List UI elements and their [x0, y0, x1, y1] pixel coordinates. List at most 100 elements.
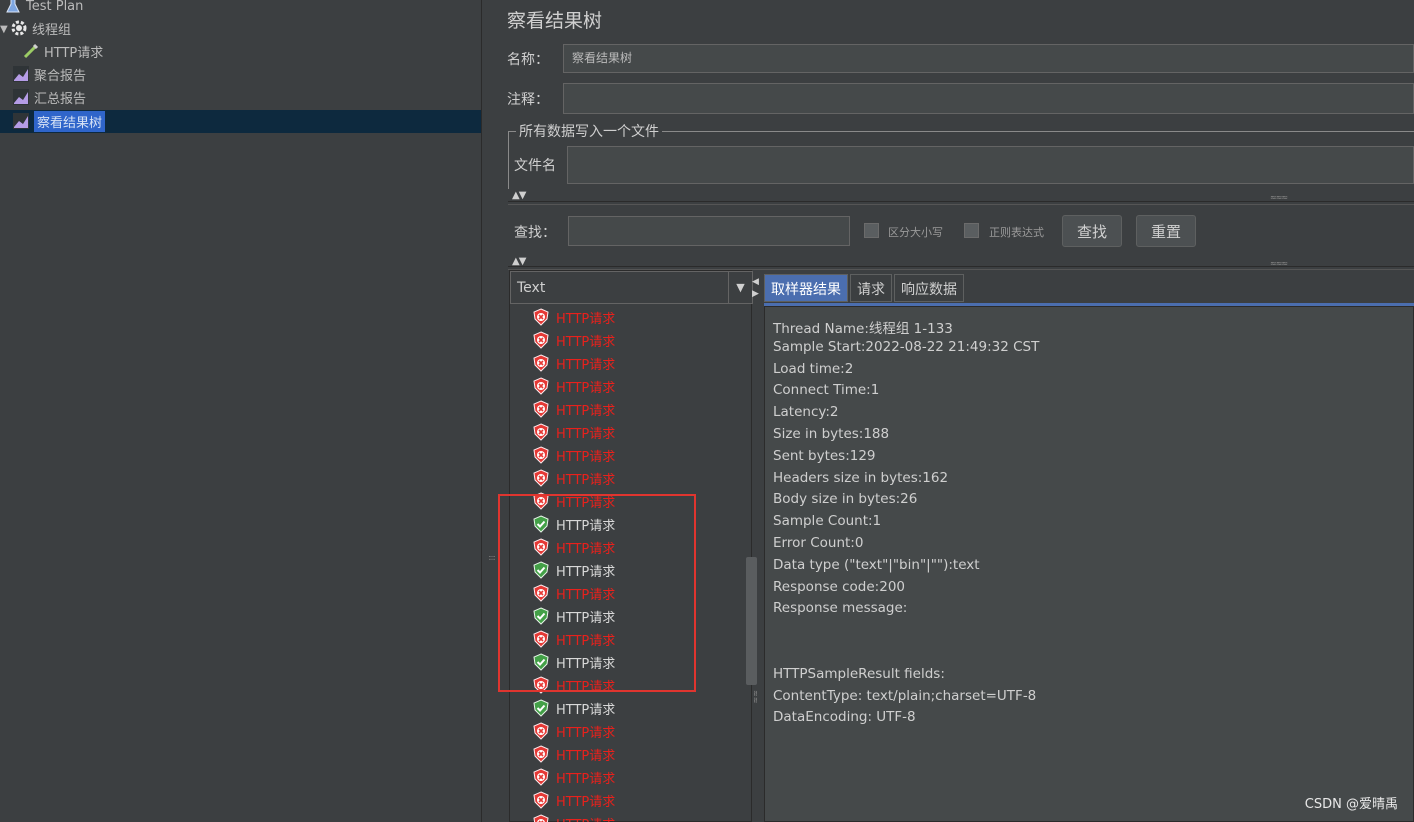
list-item[interactable]: HTTP请求: [532, 605, 615, 627]
list-item[interactable]: HTTP请求: [532, 352, 615, 374]
find-button[interactable]: 查找: [1062, 215, 1122, 247]
error-shield-icon: [532, 331, 550, 349]
list-item[interactable]: HTTP请求: [532, 789, 615, 811]
expand-arrow-icon[interactable]: ▼: [0, 24, 8, 35]
error-shield-icon: [532, 538, 550, 556]
list-item-label: HTTP请求: [556, 771, 616, 787]
result-line: Thread Name:线程组 1-133: [773, 321, 953, 337]
list-item[interactable]: HTTP请求: [532, 536, 615, 558]
name-label: 名称：: [507, 52, 549, 68]
list-item[interactable]: HTTP请求: [532, 398, 615, 420]
results-list[interactable]: HTTP请求 HTTP请求 HTTP请求 HTTP请求 HTTP请求 HTTP请求 HTTP…: [510, 305, 742, 822]
list-item-label: HTTP请求: [556, 380, 616, 396]
scrollbar-thumb[interactable]: [746, 557, 757, 685]
list-item-label: HTTP请求: [556, 702, 616, 718]
tree-item-aggregate-report[interactable]: 聚合报告: [12, 63, 86, 85]
list-item[interactable]: HTTP请求: [532, 559, 615, 581]
tree-item-label: 察看结果树: [34, 110, 106, 132]
splitter-grip-icon[interactable]: ≈≈: [751, 690, 760, 703]
sampler-result-text[interactable]: Thread Name:线程组 1-133 Sample Start:2022-0…: [764, 306, 1414, 822]
error-shield-icon: [532, 791, 550, 809]
result-line: Sent bytes:129: [773, 447, 876, 464]
list-item[interactable]: HTTP请求: [532, 467, 615, 489]
list-item[interactable]: HTTP请求: [532, 306, 615, 328]
list-item[interactable]: HTTP请求: [532, 375, 615, 397]
list-item[interactable]: HTTP请求: [532, 513, 615, 535]
list-item[interactable]: HTTP请求: [532, 490, 615, 512]
error-shield-icon: [532, 354, 550, 372]
results-scrollbar[interactable]: [746, 305, 757, 822]
filename-field[interactable]: [567, 146, 1414, 184]
result-line: Response message:: [773, 600, 908, 617]
result-line: ContentType: text/plain;charset=UTF-8: [773, 687, 1037, 704]
list-item-label: HTTP请求: [556, 403, 616, 419]
list-item[interactable]: HTTP请求: [532, 421, 615, 443]
page-title: 察看结果树: [507, 10, 603, 32]
view-results-tree-panel: 察看结果树 名称： 察看结果树 注释： 所有数据写入一个文件 文件名 ▲▼ ≈≈…: [494, 0, 1414, 822]
list-item[interactable]: HTTP请求: [532, 628, 615, 650]
error-shield-icon: [532, 814, 550, 822]
result-line: Response code:200: [773, 578, 906, 595]
list-item[interactable]: HTTP请求: [532, 444, 615, 466]
collapse-arrows-icon[interactable]: ▲▼: [512, 190, 526, 201]
result-line: Sample Start:2022-08-22 21:49:32 CST: [773, 338, 1040, 355]
list-item[interactable]: HTTP请求: [532, 766, 615, 788]
list-item[interactable]: HTTP请求: [532, 743, 615, 765]
regex-label: 正则表达式: [989, 226, 1044, 239]
result-line: Sample Count:1: [773, 513, 882, 530]
reset-button[interactable]: 重置: [1136, 215, 1196, 247]
success-shield-icon: [532, 607, 550, 625]
error-shield-icon: [532, 400, 550, 418]
tree-item-test-plan[interactable]: Test Plan: [4, 0, 83, 17]
comment-field[interactable]: [563, 83, 1414, 114]
result-line: HTTPSampleResult fields:: [773, 665, 945, 682]
list-item-label: HTTP请求: [556, 794, 616, 810]
success-shield-icon: [532, 515, 550, 533]
split-arrows-icon[interactable]: ◀ ▶: [752, 276, 759, 300]
file-group-title: 所有数据写入一个文件: [516, 121, 662, 141]
result-line: DataEncoding: UTF-8: [773, 709, 916, 726]
renderer-select[interactable]: Text ▼: [510, 271, 753, 304]
tree-item-label: 线程组: [32, 22, 72, 38]
list-item-label: HTTP请求: [556, 679, 616, 695]
chart-icon: [12, 112, 30, 130]
renderer-select-value: Text: [517, 279, 546, 296]
tab-request[interactable]: 请求: [850, 274, 892, 302]
error-shield-icon: [532, 308, 550, 326]
case-sensitive-label: 区分大小写: [888, 226, 943, 239]
tab-response-data[interactable]: 响应数据: [894, 274, 964, 302]
list-item[interactable]: HTTP请求: [532, 720, 615, 742]
list-item[interactable]: HTTP请求: [532, 651, 615, 673]
list-item-label: HTTP请求: [556, 518, 616, 534]
result-line: Data type ("text"|"bin"|""):text: [773, 556, 980, 573]
name-field[interactable]: 察看结果树: [563, 44, 1414, 73]
tree-item-label: 汇总报告: [34, 91, 87, 107]
search-input[interactable]: [568, 216, 850, 246]
tree-item-summary-report[interactable]: 汇总报告: [12, 86, 86, 108]
result-line: Load time:2: [773, 360, 854, 377]
chevron-down-icon[interactable]: ▼: [728, 272, 752, 303]
success-shield-icon: [532, 561, 550, 579]
error-shield-icon: [532, 377, 550, 395]
tab-sampler-result[interactable]: 取样器结果: [764, 274, 848, 302]
error-shield-icon: [532, 446, 550, 464]
list-item[interactable]: HTTP请求: [532, 674, 615, 696]
list-item[interactable]: HTTP请求: [532, 329, 615, 351]
result-line: Connect Time:1: [773, 382, 880, 399]
chart-icon: [12, 88, 30, 106]
list-item-label: HTTP请求: [556, 357, 616, 373]
tree-item-view-results-tree[interactable]: 察看结果树: [12, 110, 106, 132]
divider: [508, 201, 1414, 205]
case-sensitive-checkbox[interactable]: [864, 223, 879, 238]
list-item[interactable]: HTTP请求: [532, 582, 615, 604]
error-shield-icon: [532, 722, 550, 740]
tree-item-http-request[interactable]: HTTP请求: [22, 40, 103, 62]
tree-item-thread-group[interactable]: 线程组: [10, 17, 71, 39]
list-item[interactable]: HTTP请求: [532, 812, 615, 822]
list-item-label: HTTP请求: [556, 725, 616, 741]
vertical-splitter[interactable]: ⁞⁞: [481, 0, 496, 822]
list-item[interactable]: HTTP请求: [532, 697, 615, 719]
tree-item-label: HTTP请求: [44, 45, 104, 61]
regex-checkbox[interactable]: [964, 223, 979, 238]
chart-icon: [12, 65, 30, 83]
